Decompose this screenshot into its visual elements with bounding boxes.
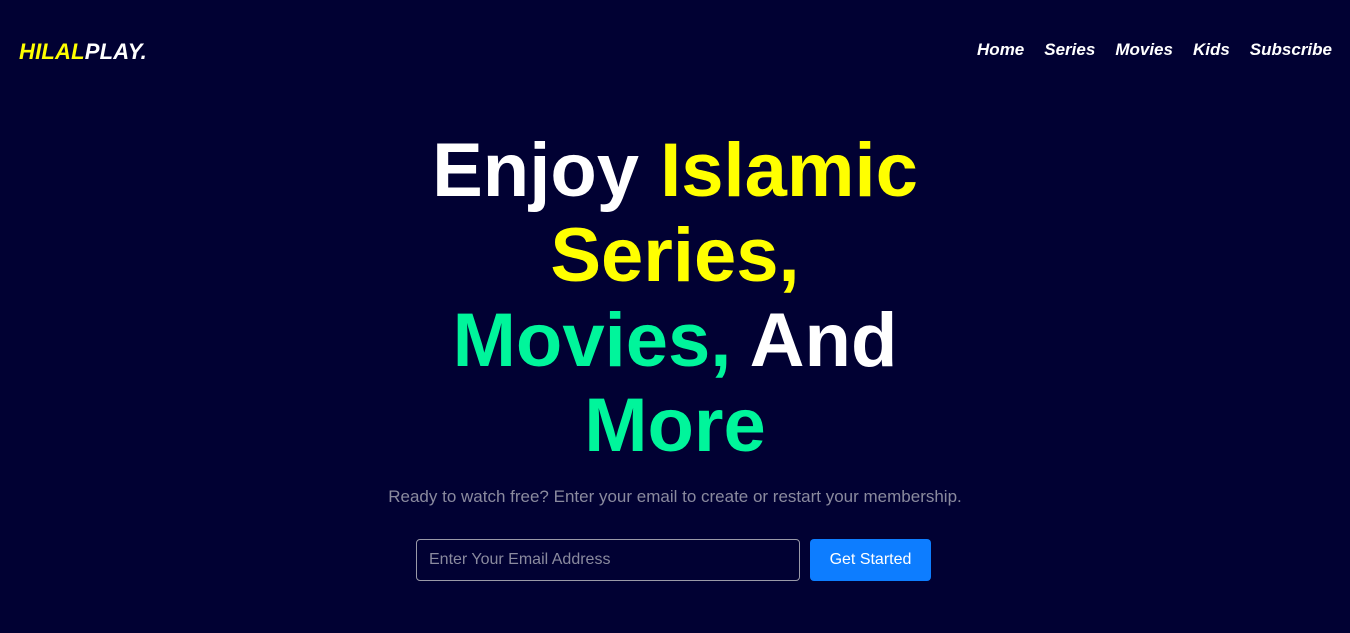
get-started-button[interactable]: Get Started xyxy=(810,539,931,581)
nav-link-subscribe[interactable]: Subscribe xyxy=(1250,40,1332,60)
header: HILALPLAY. Home Series Movies Kids Subsc… xyxy=(0,0,1350,100)
signup-form: Get Started xyxy=(416,539,931,581)
main-nav: Home Series Movies Kids Subscribe xyxy=(977,40,1332,60)
landing-page: HILALPLAY. Home Series Movies Kids Subsc… xyxy=(0,0,1350,633)
hero-headline: Enjoy Islamic Series, Movies, And More xyxy=(415,128,935,468)
hero-section: Enjoy Islamic Series, Movies, And More xyxy=(0,128,1350,468)
headline-word-islamic: Islamic xyxy=(660,128,918,213)
logo-text-play: PLAY. xyxy=(84,39,147,64)
headline-word-series: Series, xyxy=(550,213,800,298)
headline-word-movies: Movies, xyxy=(452,298,732,383)
headline-word-and: And xyxy=(749,298,898,383)
headline-word-enjoy: Enjoy xyxy=(432,128,640,213)
nav-link-series[interactable]: Series xyxy=(1044,40,1095,60)
nav-link-movies[interactable]: Movies xyxy=(1115,40,1173,60)
nav-link-kids[interactable]: Kids xyxy=(1193,40,1230,60)
email-input[interactable] xyxy=(416,539,800,581)
nav-link-home[interactable]: Home xyxy=(977,40,1024,60)
logo-text-hilal: HILAL xyxy=(19,39,85,64)
headline-word-more: More xyxy=(584,383,766,468)
hero-subtitle: Ready to watch free? Enter your email to… xyxy=(388,487,962,506)
logo[interactable]: HILALPLAY. xyxy=(19,40,147,64)
